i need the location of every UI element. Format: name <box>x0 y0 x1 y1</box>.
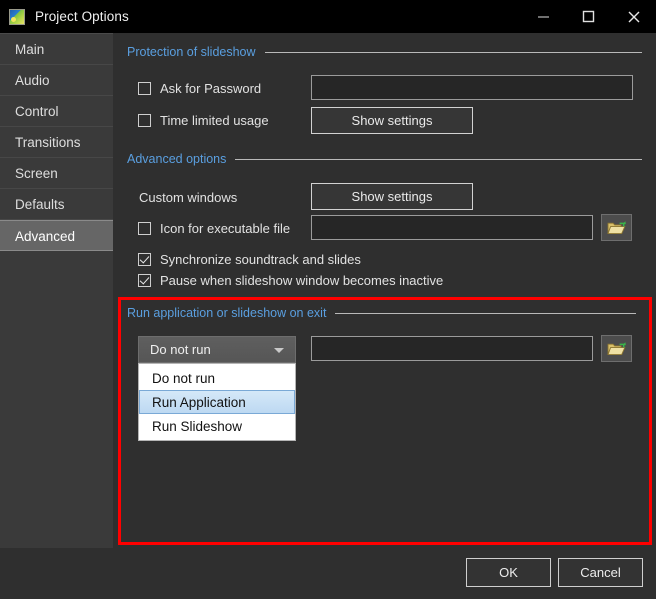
checkbox-label: Synchronize soundtrack and slides <box>160 252 361 267</box>
section-rule <box>235 158 642 160</box>
folder-open-icon <box>607 341 626 355</box>
sidebar-item-advanced[interactable]: Advanced <box>0 220 113 251</box>
close-icon[interactable] <box>611 0 656 33</box>
custom-windows-show-settings-button[interactable]: Show settings <box>311 183 473 210</box>
project-options-window: Project Options Main Audio Control Trans… <box>0 0 656 599</box>
section-title-run-on-exit: Run application or slideshow on exit <box>127 306 327 320</box>
content-panel: Protection of slideshow Ask for Password… <box>113 33 656 548</box>
checkbox-label: Icon for executable file <box>160 221 291 236</box>
checkbox-synchronize-soundtrack[interactable]: Synchronize soundtrack and slides <box>138 252 361 267</box>
dropdown-option-do-not-run[interactable]: Do not run <box>139 366 295 390</box>
checkbox-box[interactable] <box>138 274 151 287</box>
run-on-exit-dropdown[interactable]: Do not run <box>138 336 296 363</box>
window-title: Project Options <box>35 9 129 24</box>
icon-path-browse-button[interactable] <box>601 214 632 241</box>
section-title-advanced: Advanced options <box>127 152 227 166</box>
run-on-exit-browse-button[interactable] <box>601 335 632 362</box>
sidebar: Main Audio Control Transitions Screen De… <box>0 33 113 548</box>
dropdown-option-run-slideshow[interactable]: Run Slideshow <box>139 414 295 438</box>
sidebar-item-defaults[interactable]: Defaults <box>0 189 113 220</box>
checkbox-box[interactable] <box>138 253 151 266</box>
checkbox-label: Time limited usage <box>160 113 269 128</box>
sidebar-item-main[interactable]: Main <box>0 34 113 65</box>
section-rule <box>335 312 636 314</box>
time-limited-show-settings-button[interactable]: Show settings <box>311 107 473 134</box>
section-header-protection: Protection of slideshow <box>127 44 642 60</box>
dropdown-option-run-application[interactable]: Run Application <box>139 390 295 414</box>
checkbox-box[interactable] <box>138 222 151 235</box>
checkbox-box[interactable] <box>138 82 151 95</box>
checkbox-label: Ask for Password <box>160 81 262 96</box>
minimize-icon[interactable] <box>521 0 566 33</box>
app-photo-icon <box>9 8 25 25</box>
section-title-protection: Protection of slideshow <box>127 45 256 59</box>
checkbox-time-limited-usage[interactable]: Time limited usage <box>138 113 269 128</box>
custom-windows-label: Custom windows <box>139 190 238 205</box>
run-on-exit-dropdown-list[interactable]: Do not run Run Application Run Slideshow <box>138 363 296 441</box>
checkbox-icon-for-executable[interactable]: Icon for executable file <box>138 221 290 236</box>
title-bar: Project Options <box>0 0 656 33</box>
cancel-button[interactable]: Cancel <box>558 558 643 587</box>
ok-button[interactable]: OK <box>466 558 551 587</box>
sidebar-item-audio[interactable]: Audio <box>0 65 113 96</box>
maximize-icon[interactable] <box>566 0 611 33</box>
sidebar-item-transitions[interactable]: Transitions <box>0 127 113 158</box>
icon-path-input[interactable] <box>311 215 593 240</box>
checkbox-pause-when-inactive[interactable]: Pause when slideshow window becomes inac… <box>138 273 443 288</box>
chevron-down-icon <box>274 347 284 353</box>
section-header-run-on-exit: Run application or slideshow on exit <box>127 305 636 321</box>
window-controls <box>521 0 656 33</box>
folder-open-icon <box>607 220 626 234</box>
checkbox-box[interactable] <box>138 114 151 127</box>
section-rule <box>264 51 642 53</box>
run-on-exit-dropdown-value: Do not run <box>150 342 211 357</box>
dialog-footer: OK Cancel <box>0 548 656 599</box>
checkbox-label: Pause when slideshow window becomes inac… <box>160 273 444 288</box>
checkbox-ask-for-password[interactable]: Ask for Password <box>138 81 261 96</box>
password-input[interactable] <box>311 75 633 100</box>
run-on-exit-path-input[interactable] <box>311 336 593 361</box>
section-header-advanced: Advanced options <box>127 151 642 167</box>
sidebar-item-control[interactable]: Control <box>0 96 113 127</box>
sidebar-item-screen[interactable]: Screen <box>0 158 113 189</box>
